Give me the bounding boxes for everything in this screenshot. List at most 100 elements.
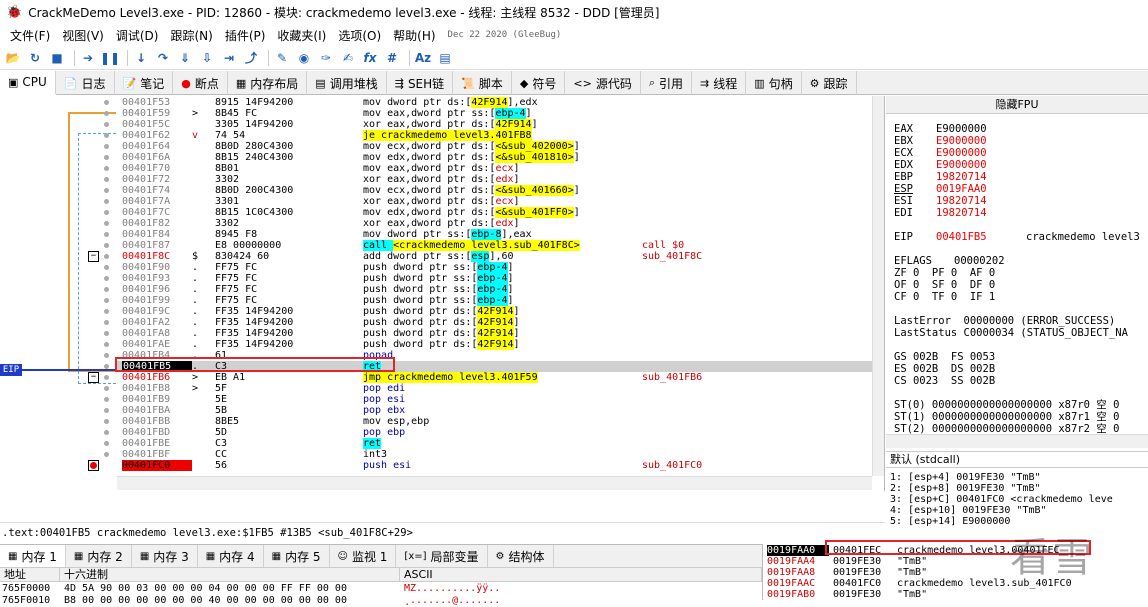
gutter-dot[interactable] <box>104 342 109 347</box>
gutter-dot[interactable] <box>104 452 109 457</box>
gutter-dot[interactable] <box>104 144 109 149</box>
argument-row[interactable]: 3: [esp+C] 00401FC0 <crackmedemo leve <box>890 494 1113 505</box>
hide-fpu-button[interactable]: 隐藏FPU <box>886 96 1148 114</box>
segment-row[interactable]: CS 0023 SS 002B <box>894 375 995 387</box>
segment-row[interactable]: ES 002B DS 002B <box>894 363 995 375</box>
disasm-row[interactable]: 00401F93. FF75 FC push dword ptr ss:[ebp-4… <box>0 273 870 284</box>
collapse-toggle[interactable]: − <box>88 251 99 262</box>
disasm-row[interactable]: 00401F59 >8B45 FC mov eax,dword ptr ss:[eb… <box>0 108 870 119</box>
tab-breakpoint[interactable]: ● 断点 <box>173 71 228 95</box>
disasm-row[interactable]: 00401F9C. FF35 14F94200 push dword ptr ds:… <box>0 306 870 317</box>
segment-row[interactable]: GS 002B FS 0053 <box>894 351 995 363</box>
trace-into-icon[interactable]: ⇓ <box>176 49 194 67</box>
gutter-dot[interactable] <box>104 276 109 281</box>
disasm-row[interactable]: 00401FC0 56 push esi sub_401FC0 <box>0 460 870 471</box>
disasm-row[interactable]: 00401F70 8B01 mov eax,dword ptr ds:[ecx] <box>0 163 870 174</box>
breakpoint-dot-icon[interactable] <box>90 462 97 469</box>
step-into-icon[interactable]: ↓ <box>132 49 150 67</box>
disasm-row[interactable]: 00401FBE C3 ret <box>0 438 870 449</box>
pause-icon[interactable]: ❚❚ <box>100 49 120 67</box>
disasm-row[interactable]: 00401FB8 >5F pop edi <box>0 383 870 394</box>
menu-item[interactable]: 插件(P) <box>219 27 272 44</box>
gutter-dot[interactable] <box>104 232 109 237</box>
menu-item[interactable]: 帮助(H) <box>387 27 441 44</box>
menu-item[interactable]: 文件(F) <box>4 27 56 44</box>
disasm-row[interactable]: 00401FAE. FF35 14F94200 push dword ptr ds:… <box>0 339 870 350</box>
gutter-dot[interactable] <box>104 210 109 215</box>
register-row[interactable]: EDI 19820714 <box>894 207 987 219</box>
register-value[interactable]: E9000000 <box>936 135 987 147</box>
dump-tab[interactable]: ▦ 内存 3 <box>132 545 198 567</box>
register-value[interactable]: 19820714 <box>936 195 987 207</box>
register-row[interactable]: EBP 19820714 <box>894 171 987 183</box>
tab-memory-map[interactable]: ▦ 内存布局 <box>228 71 308 95</box>
dump-tab[interactable]: ▦ 内存 5 <box>264 545 330 567</box>
disasm-horizontal-scrollbar[interactable] <box>117 476 872 490</box>
gutter-dot[interactable] <box>104 320 109 325</box>
menu-item[interactable]: 调试(D) <box>110 27 165 44</box>
trace-over-icon[interactable]: ⇩ <box>198 49 216 67</box>
gutter-dot[interactable] <box>104 188 109 193</box>
disasm-row[interactable]: 00401F84 8945 F8 mov dword ptr ss:[ebp-8],… <box>0 229 870 240</box>
gutter-dot[interactable] <box>104 243 109 248</box>
register-value[interactable]: E9000000 <box>936 123 987 135</box>
stack-row[interactable]: 0019FAB0 0019FE30 "TmB" <box>767 589 1147 600</box>
register-value[interactable]: E9000000 <box>936 147 987 159</box>
hash-icon[interactable]: # <box>383 49 401 67</box>
disassembly-view[interactable]: EIP 00401F53 8915 14F94200 mov dword ptr d… <box>0 96 885 491</box>
disasm-row[interactable]: 00401F7C 8B15 1C0C4300 mov edx,dword ptr d… <box>0 207 870 218</box>
gutter-dot[interactable] <box>104 419 109 424</box>
restart-icon[interactable]: ↻ <box>26 49 44 67</box>
argument-row[interactable]: 1: [esp+4] 0019FE30 "TmB" <box>890 472 1041 483</box>
menu-item[interactable]: 收藏夹(I) <box>271 27 332 44</box>
gutter-dot[interactable] <box>104 408 109 413</box>
label-icon[interactable]: ✍ <box>339 49 357 67</box>
register-value[interactable]: 19820714 <box>936 207 987 219</box>
disasm-vertical-scrollbar[interactable] <box>872 96 884 476</box>
register-value[interactable]: 19820714 <box>936 171 987 183</box>
tab-seh[interactable]: ⇶ SEH链 <box>387 71 454 95</box>
gutter-dot[interactable] <box>104 375 109 380</box>
gutter-dot[interactable] <box>104 386 109 391</box>
run-icon[interactable]: ➔ <box>79 49 97 67</box>
tab-callstack[interactable]: ▤ 调用堆栈 <box>307 71 387 95</box>
tab-notes[interactable]: 📝 笔记 <box>115 71 174 95</box>
gutter-dot[interactable] <box>104 166 109 171</box>
register-value[interactable]: 00401FB5 <box>936 231 1026 243</box>
tab-threads[interactable]: ⇉ 线程 <box>692 71 747 95</box>
disasm-row[interactable]: 00401F64 8B0D 280C4300 mov ecx,dword ptr d… <box>0 141 870 152</box>
register-value[interactable]: 00000202 <box>954 255 1005 267</box>
gutter-dot[interactable] <box>104 441 109 446</box>
eip-register-row[interactable]: EIP 00401FB5 crackmedemo level3 <box>894 231 1140 243</box>
disasm-row[interactable]: 00401FBF CC int3 <box>0 449 870 460</box>
gutter-dot[interactable] <box>104 287 109 292</box>
gutter-dot[interactable] <box>104 133 109 138</box>
gutter-dot[interactable] <box>104 331 109 336</box>
gutter-dot[interactable] <box>104 309 109 314</box>
disasm-row[interactable]: 00401F5C 3305 14F94200 xor eax,dword ptr d… <box>0 119 870 130</box>
menu-item[interactable]: 视图(V) <box>56 27 110 44</box>
tab-log[interactable]: 📄 日志 <box>56 71 115 95</box>
dump-tab[interactable]: ▦ 内存 4 <box>198 545 264 567</box>
dump-tab[interactable]: ▦ 内存 1 <box>0 545 66 567</box>
register-row[interactable]: EBX E9000000 <box>894 135 987 147</box>
fpu-row[interactable]: ST(0) 0000000000000000000 x87r0 空 0 <box>894 399 1119 411</box>
disasm-row[interactable]: 00401F87 E8 00000000 call <crackmedemo lev… <box>0 240 870 251</box>
disasm-row[interactable]: 00401F74 8B0D 200C4300 mov ecx,dword ptr d… <box>0 185 870 196</box>
disasm-row[interactable]: 00401FBB 8BE5 mov esp,ebp <box>0 416 870 427</box>
disasm-row[interactable]: 00401FBA 5B pop ebx <box>0 405 870 416</box>
disasm-row[interactable]: 00401FA8. FF35 14F94200 push dword ptr ds:… <box>0 328 870 339</box>
step-over-icon[interactable]: ↷ <box>154 49 172 67</box>
register-row[interactable]: ESP 0019FAA0 <box>894 183 987 195</box>
gutter-dot[interactable] <box>104 111 109 116</box>
bookmark-icon[interactable]: ◉ <box>295 49 313 67</box>
disasm-row[interactable]: 00401FB9 5E pop esi <box>0 394 870 405</box>
close-icon[interactable]: ■ <box>48 49 66 67</box>
menu-item[interactable]: 跟踪(N) <box>164 27 218 44</box>
tab-handles[interactable]: ▥ 句柄 <box>746 71 802 95</box>
hex-bytes[interactable]: 4D 5A 90 00 03 00 00 00 04 00 00 00 FF F… <box>64 583 347 595</box>
font-icon[interactable]: Az <box>414 49 432 67</box>
dump-tab[interactable]: [x=] 局部变量 <box>396 545 488 567</box>
register-row[interactable]: ECX E9000000 <box>894 147 987 159</box>
gutter-dot[interactable] <box>104 100 109 105</box>
